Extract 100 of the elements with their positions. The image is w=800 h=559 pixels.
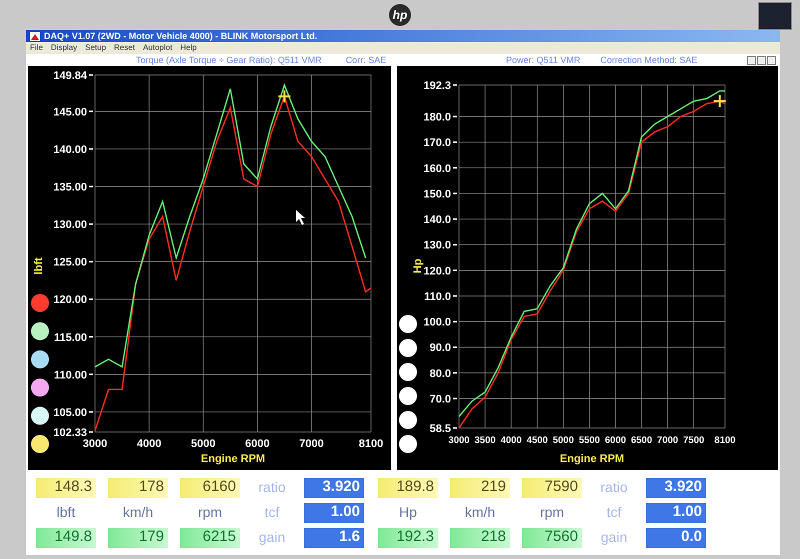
factor-label: tcf — [606, 503, 622, 522]
legend-dot[interactable] — [399, 315, 418, 333]
y-tick-label: 135.00 — [53, 182, 87, 194]
value-field: 192.3 — [378, 528, 438, 548]
value-field: 218 — [450, 528, 510, 548]
unit-label: Hp — [398, 503, 418, 522]
menu-item[interactable]: Setup — [85, 44, 106, 52]
legend-dot[interactable] — [31, 435, 49, 453]
app-icon — [30, 32, 40, 40]
y-tick-label: 192.3 — [424, 80, 452, 92]
legend-dot[interactable] — [31, 406, 49, 425]
restore-icon[interactable] — [757, 56, 766, 64]
close-icon[interactable] — [767, 56, 776, 64]
tick-mark — [453, 270, 458, 272]
tick-mark — [89, 223, 93, 225]
y-tick-label: 170.0 — [424, 137, 452, 150]
legend-dot[interactable] — [399, 435, 418, 453]
menu-item[interactable]: Reset — [114, 44, 135, 52]
tick-mark — [89, 148, 93, 150]
x-tick-label: 6000 — [245, 438, 270, 450]
value-field: 179 — [108, 528, 168, 548]
menu-item[interactable]: Display — [50, 44, 78, 52]
chart-caption: Torque (Axle Torque ÷ Gear Ratio): Q511 VMR — [136, 56, 322, 64]
value-field: 148.3 — [36, 478, 96, 498]
tick-mark — [89, 110, 93, 112]
y-tick-label: 90.0 — [430, 342, 452, 354]
tick-mark — [453, 427, 458, 429]
y-tick-label: 130.0 — [424, 240, 452, 252]
factor-label: gain — [258, 528, 286, 547]
x-tick-label: 6000 — [604, 435, 626, 446]
tick-mark — [453, 320, 458, 322]
y-tick-label: 100.0 — [424, 316, 452, 329]
unit-label: km/h — [464, 503, 496, 522]
x-tick-label: 5000 — [191, 438, 216, 450]
value-field: 3.920 — [646, 478, 706, 498]
legend-dot[interactable] — [399, 339, 418, 357]
y-tick-label: 102.33 — [53, 427, 87, 439]
y-tick-label: 120.00 — [53, 294, 87, 306]
x-tick-label: 4000 — [136, 438, 162, 450]
y-tick-label: 115.00 — [54, 332, 87, 344]
peak-marker-icon — [277, 89, 292, 104]
tick-mark — [453, 244, 458, 246]
tick-mark — [89, 336, 93, 338]
x-tick-label: 7000 — [657, 435, 678, 446]
tick-mark — [89, 411, 93, 413]
value-field: 7560 — [522, 528, 582, 548]
tick-mark — [89, 186, 93, 188]
y-tick-label: 149.84 — [53, 70, 87, 82]
tick-mark — [453, 167, 458, 169]
menu-item[interactable]: Autoplot — [142, 44, 172, 52]
x-tick-label: 8100 — [714, 435, 736, 446]
x-axis-label: Engine RPM — [200, 453, 266, 465]
chart-caption: Corr: SAE — [346, 56, 386, 64]
y-tick-label: 130.00 — [53, 219, 87, 232]
value-field: 149.8 — [36, 528, 96, 548]
legend-dot[interactable] — [31, 294, 49, 312]
x-tick-label: 3000 — [448, 435, 470, 446]
legend-dot[interactable] — [31, 350, 49, 368]
y-tick-label: 110.00 — [54, 369, 87, 382]
tick-mark — [89, 298, 93, 300]
legend-dot[interactable] — [31, 378, 49, 397]
value-field: 0.0 — [646, 528, 706, 548]
legend-dot[interactable] — [399, 387, 418, 405]
peak-marker-icon — [712, 94, 727, 108]
factor-label: ratio — [257, 478, 287, 497]
value-field: 189.8 — [378, 478, 438, 498]
unit-label: rpm — [538, 503, 566, 522]
x-tick-label: 7000 — [299, 438, 324, 450]
y-axis-label: lbft — [33, 257, 45, 275]
y-tick-label: 58.5 — [430, 423, 452, 435]
menu-item[interactable]: File — [30, 44, 43, 52]
y-tick-label: 180.0 — [424, 112, 452, 124]
tick-mark — [453, 295, 458, 297]
value-field: 1.00 — [304, 502, 364, 522]
y-tick-label: 70.0 — [430, 394, 452, 406]
y-tick-label: 145.00 — [53, 106, 87, 118]
chart-caption: Correction Method: SAE — [600, 56, 698, 64]
factor-label: tcf — [264, 503, 280, 522]
value-field: 1.6 — [304, 528, 364, 548]
x-tick-label: 5500 — [578, 435, 600, 446]
y-tick-label: 140.0 — [424, 214, 452, 226]
x-tick-label: 4500 — [526, 435, 548, 446]
cursor-icon — [296, 210, 305, 225]
unit-label: lbft — [56, 503, 76, 522]
legend-dot[interactable] — [31, 322, 49, 340]
value-field: 6160 — [180, 478, 240, 498]
value-field: 6215 — [180, 528, 240, 548]
menu-item[interactable]: Help — [180, 44, 197, 52]
legend-dot[interactable] — [399, 363, 418, 381]
tick-mark — [453, 346, 458, 348]
tick-mark — [453, 192, 458, 194]
unit-label: km/h — [122, 503, 154, 522]
tick-mark — [453, 398, 458, 400]
tick-mark — [89, 431, 93, 433]
tick-mark — [453, 218, 458, 220]
x-tick-label: 5000 — [552, 435, 574, 446]
tick-mark — [453, 372, 458, 374]
legend-dot[interactable] — [399, 411, 418, 429]
minimize-icon[interactable] — [747, 56, 756, 64]
x-tick-label: 6500 — [631, 435, 652, 446]
